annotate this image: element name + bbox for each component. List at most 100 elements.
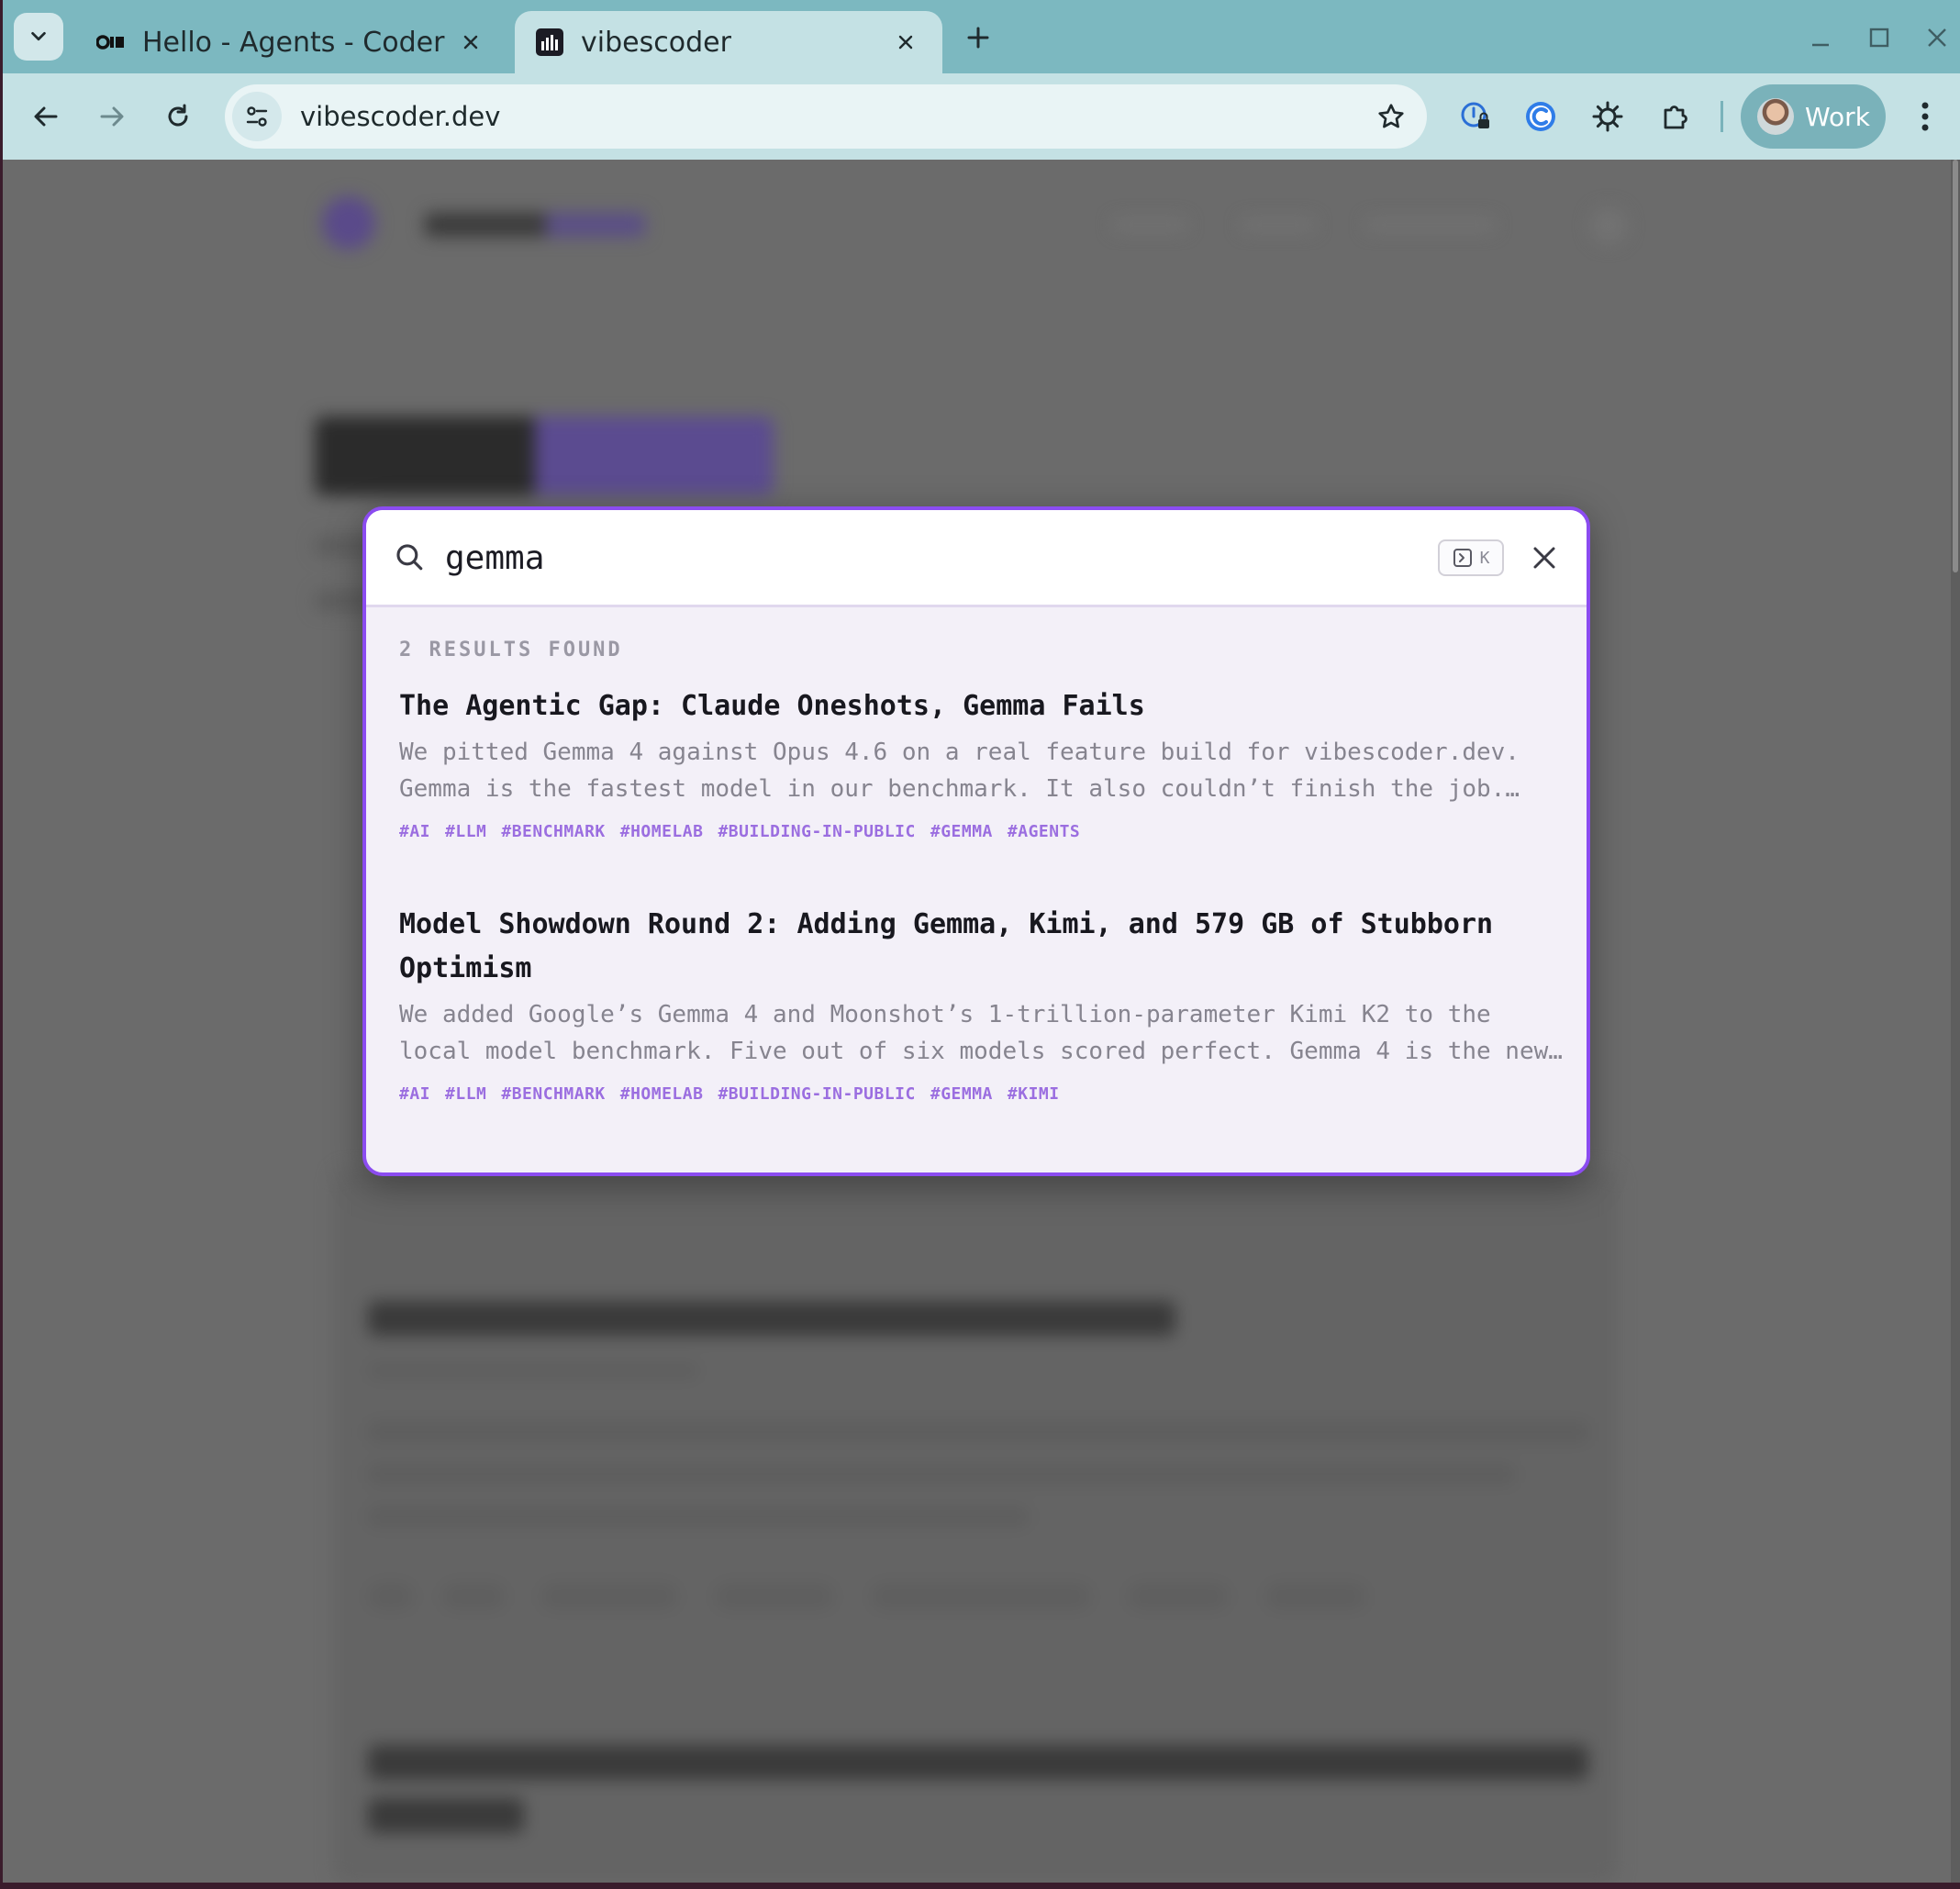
search-bar: K (366, 510, 1587, 607)
tab-strip: Hello - Agents - Coder vibescoder (3, 0, 1960, 73)
site-info-button[interactable] (232, 92, 282, 141)
result-excerpt: We added Google’s Gemma 4 and Moonshot’s… (399, 1001, 1549, 1065)
coder-favicon-icon (96, 28, 126, 57)
tag-pill (368, 1583, 414, 1609)
tab-hello-agents-coder[interactable]: Hello - Agents - Coder (76, 11, 507, 73)
scrollbar-thumb[interactable] (1953, 160, 1958, 572)
close-tab-icon[interactable] (454, 26, 487, 59)
browser-window: Hello - Agents - Coder vibescoder vibesc… (3, 0, 1960, 1883)
browser-menu-button[interactable] (1902, 94, 1948, 139)
toolbar-divider (1721, 101, 1723, 132)
profile-label: Work (1805, 101, 1870, 132)
site-brand (425, 213, 645, 237)
post-heading (368, 1301, 1175, 1336)
bookmark-star-button[interactable] (1368, 94, 1414, 139)
nav-link (1366, 218, 1495, 231)
post-meta (368, 1363, 698, 1378)
search-modal: K 2 RESULTS FOUND The Agentic Gap: Claud… (362, 506, 1590, 1176)
minimize-icon (1812, 43, 1829, 47)
extension-c-logo[interactable] (1518, 94, 1564, 139)
close-icon (1533, 547, 1555, 569)
post-heading (368, 1745, 1588, 1780)
page-viewport: K 2 RESULTS FOUND The Agentic Gap: Claud… (3, 160, 1951, 1883)
tab-title: Hello - Agents - Coder (142, 26, 445, 59)
nav-link (1113, 218, 1186, 231)
c-logo-icon (1526, 102, 1555, 131)
result-excerpt: We pitted Gemma 4 against Opus 4.6 on a … (399, 739, 1520, 803)
puzzle-icon (1664, 106, 1687, 129)
keyboard-shortcut-hint: K (1438, 539, 1504, 576)
results-count: 2 RESULTS FOUND (399, 639, 623, 661)
tag[interactable]: #BUILDING-IN-PUBLIC (718, 1084, 915, 1104)
tag[interactable]: #BENCHMARK (501, 1084, 605, 1104)
plus-icon (967, 27, 989, 49)
result-tags: #AI #LLM #BENCHMARK #HOMELAB #BUILDING-I… (399, 822, 1565, 841)
tab-vibescoder[interactable]: vibescoder (515, 11, 942, 73)
close-icon (1928, 28, 1946, 47)
minimize-button[interactable] (1799, 17, 1842, 59)
maximize-button[interactable] (1858, 17, 1900, 59)
tag-pill (540, 1583, 678, 1609)
reload-icon (168, 104, 188, 127)
maximize-icon (1869, 28, 1889, 48)
tag[interactable]: #AGENTS (1008, 822, 1080, 841)
extension-gear[interactable] (1585, 94, 1631, 139)
vibescoder-favicon-icon (535, 28, 564, 57)
tag[interactable]: #HOMELAB (620, 1084, 704, 1104)
tag[interactable]: #GEMMA (930, 822, 993, 841)
search-result[interactable]: The Agentic Gap: Claude Oneshots, Gemma … (399, 684, 1565, 841)
tag-pill (1128, 1583, 1229, 1609)
close-search-button[interactable] (1524, 538, 1565, 578)
result-title[interactable]: Model Showdown Round 2: Adding Gemma, Ki… (399, 903, 1565, 991)
new-tab-button[interactable] (957, 17, 999, 59)
page-scrollbar[interactable] (1951, 160, 1960, 1883)
hero-title (315, 417, 774, 495)
post-excerpt-line (368, 1506, 1029, 1527)
search-input[interactable] (445, 532, 1271, 583)
command-key-icon (1453, 549, 1472, 567)
tag[interactable]: #LLM (445, 822, 486, 841)
close-tab-icon[interactable] (889, 26, 922, 59)
result-tags: #AI #LLM #BENCHMARK #HOMELAB #BUILDING-I… (399, 1084, 1565, 1104)
post-heading (368, 1798, 524, 1833)
profile-button[interactable]: Work (1741, 84, 1886, 149)
address-bar[interactable]: vibescoder.dev (225, 84, 1427, 149)
tag[interactable]: #AI (399, 1084, 430, 1104)
post-excerpt-line (368, 1422, 1588, 1442)
tag[interactable]: #LLM (445, 1084, 486, 1104)
arrow-left-icon (34, 106, 58, 127)
tune-icon (246, 106, 268, 127)
tag-pill (871, 1583, 1091, 1609)
star-icon (1378, 104, 1404, 128)
tag-pill (715, 1583, 834, 1609)
extensions-button[interactable] (1652, 94, 1698, 139)
shortcut-key-label: K (1479, 548, 1490, 568)
search-icon (396, 544, 423, 571)
sun-gear-icon (1592, 101, 1623, 132)
tag[interactable]: #BENCHMARK (501, 822, 605, 841)
back-button[interactable] (23, 94, 69, 139)
tag-pill (441, 1583, 506, 1609)
forward-button[interactable] (89, 94, 135, 139)
close-window-button[interactable] (1916, 17, 1958, 59)
site-logo (322, 196, 375, 250)
search-result[interactable]: Model Showdown Round 2: Adding Gemma, Ki… (399, 903, 1565, 1104)
post-excerpt-line (368, 1464, 1515, 1484)
kebab-menu-icon (1921, 102, 1929, 131)
tab-title: vibescoder (581, 26, 731, 59)
url-text[interactable]: vibescoder.dev (300, 101, 1368, 132)
reload-button[interactable] (155, 94, 201, 139)
extension-password-lock[interactable] (1453, 94, 1498, 139)
avatar (1757, 98, 1794, 135)
browser-toolbar: vibescoder.dev Work (3, 73, 1960, 160)
tag[interactable]: #KIMI (1008, 1084, 1060, 1104)
result-title[interactable]: The Agentic Gap: Claude Oneshots, Gemma … (399, 684, 1565, 728)
tag[interactable]: #BUILDING-IN-PUBLIC (718, 822, 915, 841)
tab-search-button[interactable] (14, 13, 63, 61)
tag[interactable]: #GEMMA (930, 1084, 993, 1104)
arrow-right-icon (100, 106, 124, 127)
tag[interactable]: #HOMELAB (620, 822, 704, 841)
tag[interactable]: #AI (399, 822, 430, 841)
lock-extension-icon (1461, 102, 1489, 128)
nav-link (1242, 218, 1315, 231)
